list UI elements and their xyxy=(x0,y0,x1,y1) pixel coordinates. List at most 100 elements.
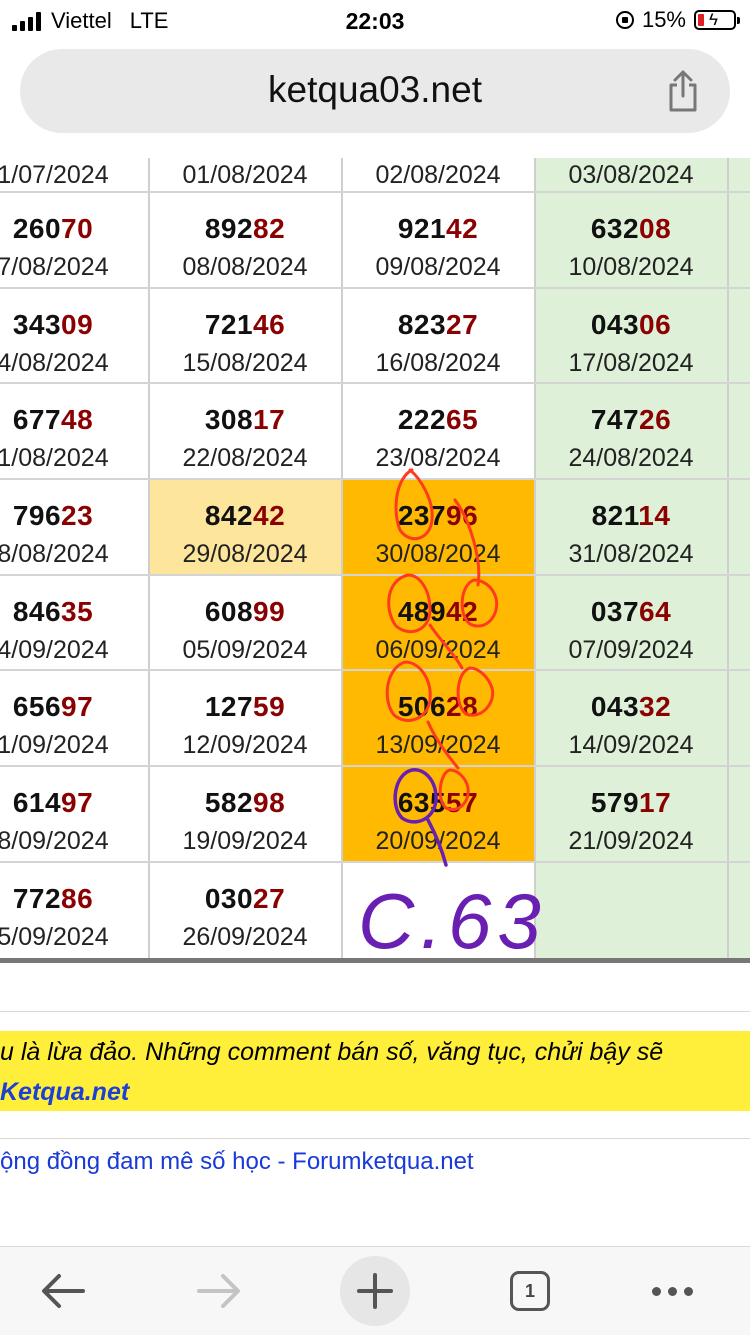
grid-line xyxy=(0,287,750,289)
result-date: 17/08/2024 xyxy=(568,349,694,377)
new-tab-button[interactable] xyxy=(340,1247,410,1335)
result-number-tail: 17 xyxy=(253,404,286,435)
result-number-head: 043 xyxy=(590,309,640,340)
result-cell: 26070 7/08/2024 xyxy=(0,193,149,288)
forum-link[interactable]: ộng đồng đam mê số học - Forumketqua.net xyxy=(0,1148,474,1176)
result-date: 4/08/2024 xyxy=(0,349,109,377)
result-cell: 72146 15/08/2024 xyxy=(149,289,341,384)
result-number-head: 506 xyxy=(397,691,447,722)
notice-link[interactable]: Ketqua.net xyxy=(0,1078,129,1107)
result-date: 4/09/2024 xyxy=(0,636,109,664)
result-number-head: 892 xyxy=(204,213,254,244)
result-number: 04332 xyxy=(535,691,727,723)
result-cell: 03027 26/09/2024 xyxy=(149,863,341,958)
grid-line xyxy=(0,382,750,384)
address-bar[interactable]: ketqua03.net xyxy=(20,49,730,133)
result-number-head: 614 xyxy=(12,787,62,818)
result-date: 1/09/2024 xyxy=(0,731,109,759)
orientation-lock-icon xyxy=(615,11,634,29)
result-number-tail: 96 xyxy=(446,500,479,531)
result-date: 19/09/2024 xyxy=(182,827,308,855)
results-table: 1/07/2024 01/08/2024 02/08/2024 03/08/2024 2… xyxy=(0,158,750,966)
status-bar: Viettel LTE 22:03 15% ϟ xyxy=(0,0,750,42)
battery-percent: 15% xyxy=(641,7,686,32)
grid-line xyxy=(727,158,729,958)
result-date: 29/08/2024 xyxy=(182,540,308,568)
result-number-tail: 27 xyxy=(253,883,286,914)
tabs-button[interactable]: 1 xyxy=(506,1247,554,1335)
result-number-head: 043 xyxy=(590,691,640,722)
result-number: 57917 xyxy=(535,787,727,819)
table-bottom-rule xyxy=(0,958,750,963)
result-number-head: 721 xyxy=(204,309,254,340)
result-date: 07/09/2024 xyxy=(568,636,694,664)
result-number: 82114 xyxy=(535,500,727,532)
result-cell: 84635 4/09/2024 xyxy=(0,576,149,671)
result-number: 74726 xyxy=(535,404,727,436)
result-cell: 60899 05/09/2024 xyxy=(149,576,341,671)
result-number-tail: 64 xyxy=(639,596,672,627)
result-number-tail: 26 xyxy=(639,404,672,435)
result-number-tail: 57 xyxy=(446,787,479,818)
result-cell: 67748 1/08/2024 xyxy=(0,384,149,479)
result-cell: 82327 16/08/2024 xyxy=(342,289,534,384)
result-cell: 84242 29/08/2024 xyxy=(149,480,341,575)
result-date: 8/09/2024 xyxy=(0,827,109,855)
result-cell: 04332 14/09/2024 xyxy=(535,671,727,766)
result-number-head: 222 xyxy=(397,404,447,435)
result-number: 67748 xyxy=(0,404,149,436)
result-number-head: 579 xyxy=(590,787,640,818)
result-date: 1/07/2024 xyxy=(0,161,109,189)
result-cell: 61497 8/09/2024 xyxy=(0,767,149,862)
result-cell: 30817 22/08/2024 xyxy=(149,384,341,479)
browser-toolbar: 1 xyxy=(0,1246,750,1335)
grid-line xyxy=(0,861,750,863)
back-button[interactable] xyxy=(30,1247,96,1335)
result-number: 72146 xyxy=(149,309,341,341)
share-icon[interactable] xyxy=(666,69,700,113)
result-number: 63208 xyxy=(535,213,727,245)
battery-icon: ϟ xyxy=(694,10,740,30)
result-number: 04306 xyxy=(535,309,727,341)
grid-line xyxy=(534,158,536,958)
result-date: 14/09/2024 xyxy=(568,731,694,759)
result-cell: 74726 24/08/2024 xyxy=(535,384,727,479)
result-date: 03/08/2024 xyxy=(568,161,694,189)
result-cell: 23796 30/08/2024 xyxy=(342,480,534,575)
result-date: 24/08/2024 xyxy=(568,444,694,472)
result-number-tail: 70 xyxy=(61,213,94,244)
more-menu-button[interactable] xyxy=(646,1247,698,1335)
result-number: 26070 xyxy=(0,213,149,245)
result-date: 5/09/2024 xyxy=(0,923,109,951)
result-number: 79623 xyxy=(0,500,149,532)
result-cell: 92142 09/08/2024 xyxy=(342,193,534,288)
result-number: 89282 xyxy=(149,213,341,245)
result-cell: 63208 10/08/2024 xyxy=(535,193,727,288)
result-number: 77286 xyxy=(0,883,149,915)
result-number: 22265 xyxy=(342,404,534,436)
result-date: 05/09/2024 xyxy=(182,636,308,664)
forward-button[interactable] xyxy=(186,1247,252,1335)
result-number-tail: 42 xyxy=(446,213,479,244)
result-number-tail: 17 xyxy=(639,787,672,818)
grid-line xyxy=(0,191,750,193)
result-number-head: 796 xyxy=(12,500,62,531)
result-number-head: 747 xyxy=(590,404,640,435)
result-number-tail: 06 xyxy=(639,309,672,340)
result-date: 30/08/2024 xyxy=(375,540,501,568)
result-number-tail: 48 xyxy=(61,404,94,435)
green-column-bg xyxy=(729,158,750,958)
result-number: 63557 xyxy=(342,787,534,819)
result-cell: 04306 17/08/2024 xyxy=(535,289,727,384)
result-date: 10/08/2024 xyxy=(568,253,694,281)
result-number: 23796 xyxy=(342,500,534,532)
result-number-head: 489 xyxy=(397,596,447,627)
result-number-tail: 14 xyxy=(638,500,671,531)
result-number: 30817 xyxy=(149,404,341,436)
result-date: 08/08/2024 xyxy=(182,253,308,281)
result-date: 15/08/2024 xyxy=(182,349,308,377)
result-cell: 82114 31/08/2024 xyxy=(535,480,727,575)
result-number: 12759 xyxy=(149,691,341,723)
divider xyxy=(0,1138,750,1139)
result-number: 03027 xyxy=(149,883,341,915)
